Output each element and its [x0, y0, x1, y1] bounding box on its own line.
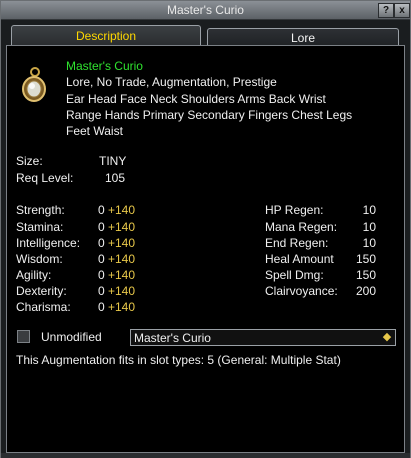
unmodified-label: Unmodified: [41, 330, 102, 344]
stat-bonus: +140: [108, 252, 136, 266]
stat-base: 0: [98, 220, 105, 234]
item-slots-line-1: Ear Head Face Neck Shoulders Arms Back W…: [66, 92, 326, 106]
size-label: Size:: [16, 154, 43, 168]
dropdown-arrow-icon[interactable]: ◆: [381, 331, 393, 344]
stat-label: Stamina:: [16, 220, 64, 234]
stat-label: Dexterity:: [16, 284, 67, 298]
stat-value: 10: [362, 236, 376, 250]
stat-bonus: +140: [108, 236, 136, 250]
stat-value: 10: [362, 203, 376, 217]
stat-bonus: +140: [108, 268, 136, 282]
augmentation-slot-text: This Augmentation fits in slot types: 5 …: [16, 353, 341, 367]
stat-value: 10: [362, 220, 376, 234]
stat-bonus: +140: [108, 300, 136, 314]
item-window: Master's Curio ? x Description Lore Mast…: [0, 0, 411, 458]
stat-value: 150: [355, 252, 376, 266]
stat-label: Wisdom:: [16, 252, 63, 266]
stat-label: Intelligence:: [16, 236, 81, 250]
stat-label: HP Regen:: [265, 203, 324, 217]
variant-select-value: Master's Curio: [134, 331, 211, 345]
stat-base: 0: [98, 203, 105, 217]
stat-base: 0: [98, 236, 105, 250]
stat-label: Spell Dmg:: [265, 268, 324, 282]
close-button[interactable]: x: [394, 3, 410, 18]
window-title: Master's Curio: [167, 3, 244, 17]
item-slots-line-3: Feet Waist: [66, 124, 123, 138]
unmodified-checkbox[interactable]: [17, 330, 30, 343]
variant-select[interactable]: Master's Curio ◆: [130, 329, 396, 346]
stat-bonus: +140: [108, 284, 136, 298]
req-level-value: 105: [105, 171, 126, 185]
stat-value: 200: [355, 284, 376, 298]
curio-amulet-icon: [19, 67, 49, 103]
item-name: Master's Curio: [66, 59, 143, 73]
tab-description[interactable]: Description: [11, 25, 201, 45]
stat-label: Agility:: [16, 268, 52, 282]
size-value: TINY: [99, 154, 127, 168]
stat-bonus: +140: [108, 220, 136, 234]
stat-base: 0: [98, 252, 105, 266]
stat-bonus: +140: [108, 203, 136, 217]
help-button[interactable]: ?: [378, 3, 394, 18]
stat-base: 0: [98, 284, 105, 298]
window-bottom-edge: [1, 453, 410, 458]
stat-label: Strength:: [16, 203, 65, 217]
title-bar[interactable]: Master's Curio ? x: [1, 1, 410, 20]
item-flags: Lore, No Trade, Augmentation, Prestige: [66, 75, 277, 89]
item-slots-line-2: Range Hands Primary Secondary Fingers Ch…: [66, 108, 353, 122]
stat-value: 150: [355, 268, 376, 282]
stat-base: 0: [98, 300, 105, 314]
req-level-label: Req Level:: [16, 171, 74, 185]
stat-base: 0: [98, 268, 105, 282]
stat-label: Charisma:: [16, 300, 71, 314]
